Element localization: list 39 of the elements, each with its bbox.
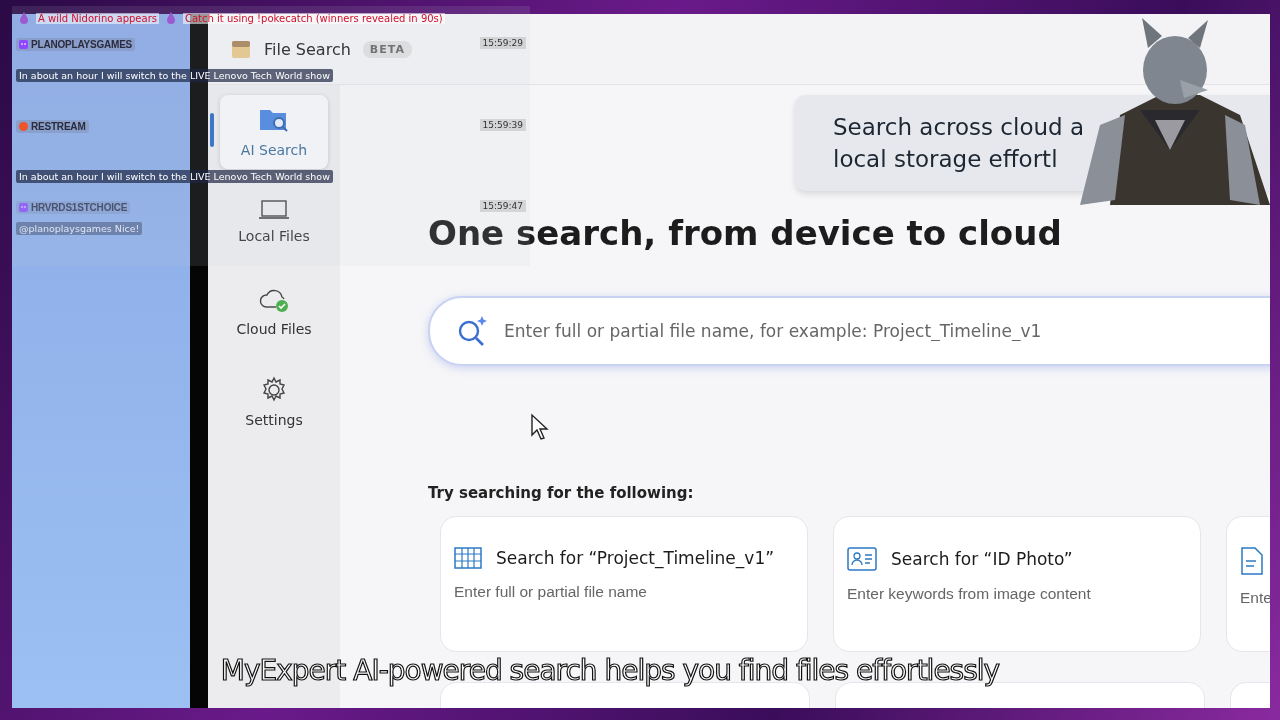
username: HRVRDS1STCHOICE (31, 202, 128, 213)
message-text: In about an hour I will switch to the LIVE Lenovo Tech World show (16, 170, 333, 183)
hero-text: Search across cloud a (833, 113, 1086, 142)
selection-indicator (210, 113, 214, 147)
timestamp: 15:59:29 (479, 37, 526, 49)
nav-item[interactable]: Local Files (220, 185, 328, 259)
timestamp: 15:59:39 (479, 119, 526, 131)
hero-text: local storage effortl (833, 145, 1059, 174)
beta-badge: BETA (362, 40, 412, 58)
card-title: Search for “Project_Timeline_v1” (496, 548, 774, 569)
cloud-check-icon (258, 287, 290, 313)
chat-bubble-icon (19, 40, 28, 49)
chat-bubble-icon (19, 203, 28, 212)
message-text: In about an hour I will switch to the LIVE Lenovo Tech World show (16, 69, 333, 82)
app-title: File Search (264, 39, 351, 59)
drop-icon (164, 12, 177, 24)
circle-icon (19, 122, 28, 131)
folder-icon (230, 38, 252, 60)
suggestions-label: Try searching for the following: (428, 484, 695, 503)
nav-item[interactable]: Settings (220, 365, 328, 439)
card-title: Search for “ID Photo” (891, 549, 1073, 570)
drop-icon (18, 12, 30, 24)
message-text: @planoplaysgames Nice! (16, 222, 143, 235)
card-hint: Enter keywords from image content (847, 585, 1092, 604)
timestamp: 15:59:47 (479, 200, 526, 212)
document-icon (1240, 547, 1264, 576)
table-icon (454, 547, 482, 570)
username: RESTREAM (31, 121, 86, 132)
id-card-icon (847, 547, 877, 572)
card-hint: Enter full or partial file name (454, 583, 648, 602)
laptop-icon (259, 200, 289, 220)
suggestion-card[interactable]: Search for “Project_Timeline_v1” Enter full or partial file name (440, 516, 808, 653)
alert-text: A wild Nidorino appears (36, 12, 159, 24)
search-input[interactable]: Enter full or partial file name, for example: Project_Timeline_v1 (504, 321, 1270, 342)
nav-item[interactable]: Cloud Files (220, 275, 328, 349)
username: PLANOPLAYSGAMES (31, 39, 133, 50)
settings-icon (260, 376, 288, 404)
page-heading: One search, from device to cloud (428, 215, 1063, 253)
suggestion-card[interactable]: Search for “ID Photo” Enter keywords from image content (833, 516, 1201, 653)
